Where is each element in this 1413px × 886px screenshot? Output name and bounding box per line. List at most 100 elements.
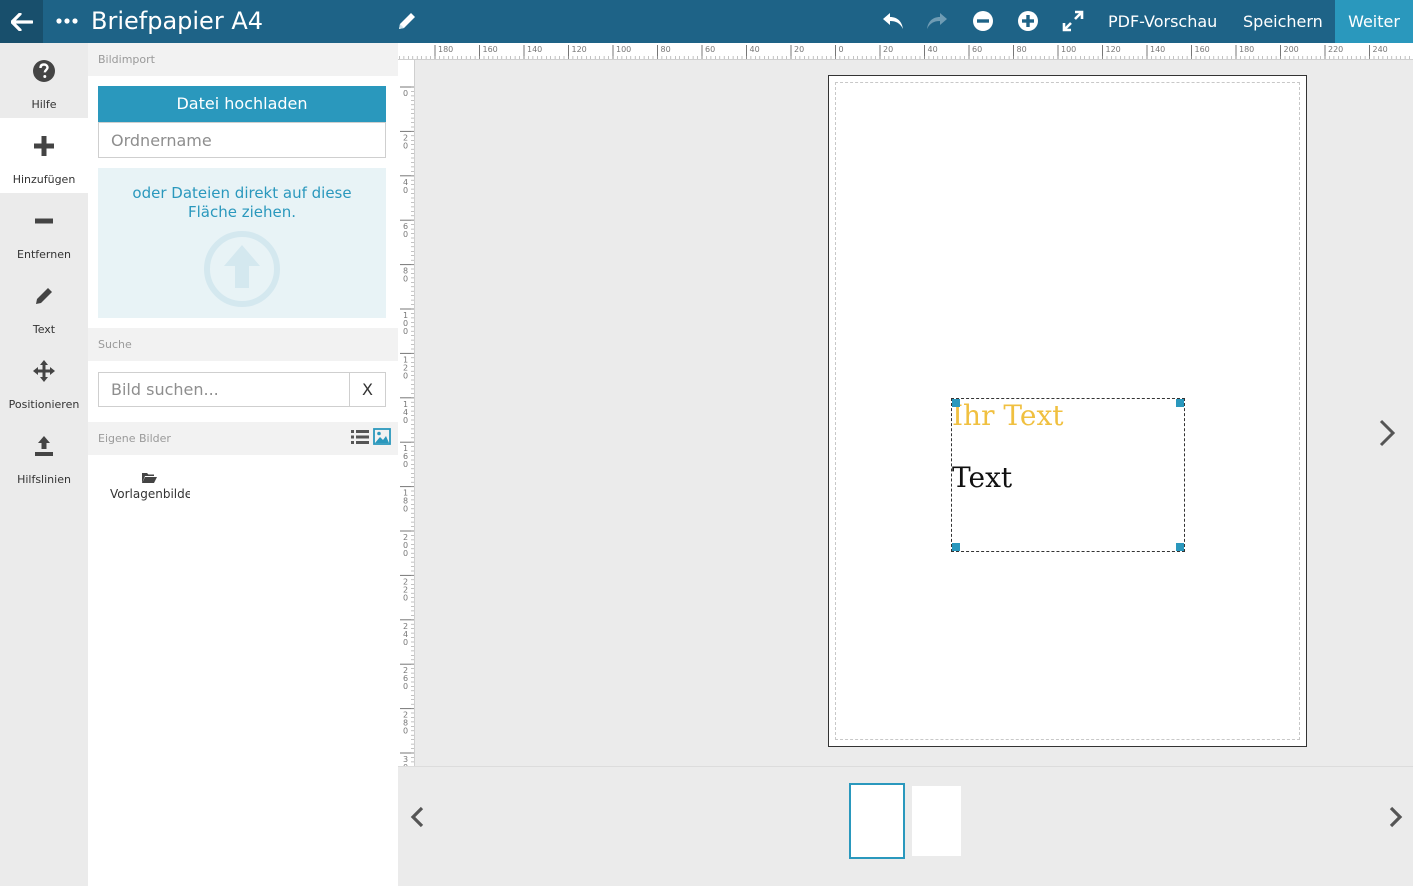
chevron-right-icon[interactable] [1385,805,1405,829]
pencil-icon [399,13,415,29]
ruler-label: 180 [1239,45,1254,54]
redo-button[interactable] [923,7,951,35]
ruler-label: 140 [1150,45,1165,54]
page-thumbnail[interactable] [912,786,961,856]
pdf-preview-button[interactable]: PDF-Vorschau [1108,0,1217,43]
folder-item[interactable]: Vorlagenbilder [108,471,190,505]
text-heading[interactable]: Ihr Text [952,399,1064,433]
text-block[interactable]: Ihr Text Text [951,398,1185,552]
folder-name-input[interactable] [98,122,386,158]
question-circle-icon [30,57,58,85]
ruler-label: 180 [438,45,453,54]
upload-icon [30,432,58,460]
image-view-icon[interactable] [373,428,391,445]
top-bar: Briefpapier A4 PDF-Vorschau Speichern We… [0,0,1413,43]
rail-label: Positionieren [8,398,80,411]
pencil-icon [30,282,58,310]
list-view-icon[interactable] [351,429,369,445]
ellipsis-icon [56,18,78,24]
search-clear-button[interactable]: X [349,372,386,407]
next-step-button[interactable]: Weiter [1335,0,1413,43]
document-page[interactable]: Ihr Text Text [828,75,1307,747]
fullscreen-button[interactable] [1059,7,1087,35]
undo-icon [883,13,903,29]
rail-item-position[interactable]: Positionieren [0,343,88,418]
folder-label: Vorlagenbilder [110,487,190,501]
zoom-in-button[interactable] [1014,7,1042,35]
ruler-label: 0 [403,727,408,736]
editor-canvas[interactable]: 180 160 140 120 100 80 60 40 20 0 20 40 60 80 100 120 14… [398,43,1413,766]
upload-circle-icon [204,231,280,307]
drop-zone[interactable]: oder Dateien direkt auf diese Fläche zie… [98,168,386,318]
rail-item-help[interactable]: Hilfe [0,43,88,118]
image-panel: Bildimport Datei hochladen oder Dateien … [88,43,398,886]
rail-item-remove[interactable]: Entfernen [0,193,88,268]
page-strip [398,766,1413,886]
ruler-label: 0 [839,45,844,54]
rail-item-text[interactable]: Text [0,268,88,343]
resize-handle-bottom-left[interactable] [952,543,960,551]
zoom-out-button[interactable] [969,7,997,35]
zoom-in-icon [1018,11,1038,31]
ruler-label: 220 [1328,45,1343,54]
ruler-label: 0 [403,141,408,150]
tool-rail: Hilfe Hinzufügen Entfernen Text Position… [0,43,88,886]
ruler-label: 160 [483,45,498,54]
search-heading: Suche [88,328,398,361]
rail-label: Text [32,323,56,336]
zoom-out-icon [973,11,993,31]
upload-file-button[interactable]: Datei hochladen [98,86,386,122]
horizontal-ruler: 180 160 140 120 100 80 60 40 20 0 20 40 60 80 100 120 14… [398,43,1413,60]
rail-label: Hilfe [31,98,57,111]
ruler-label: 0 [403,327,408,336]
redo-icon [927,13,947,29]
chevron-left-icon[interactable] [408,805,428,829]
rail-label: Hilfslinien [17,473,71,486]
ruler-label: 0 [403,371,408,380]
page-thumbnail-active[interactable] [849,783,905,859]
ruler-label: 20 [794,45,804,54]
undo-button[interactable] [879,7,907,35]
ruler-label: 120 [572,45,587,54]
chevron-right-icon[interactable] [1373,416,1401,450]
ruler-label: 0 [403,460,408,469]
plus-icon [30,132,58,160]
expand-icon [1062,10,1084,32]
resize-handle-top-left[interactable] [952,399,960,407]
ruler-label: 0 [403,549,408,558]
text-body[interactable]: Text [952,461,1012,495]
more-options-button[interactable] [54,8,80,34]
image-search-input[interactable] [98,372,350,407]
rail-label: Entfernen [17,248,71,261]
edit-title-button[interactable] [393,7,421,35]
resize-handle-bottom-right[interactable] [1176,543,1184,551]
ruler-label: 60 [972,45,982,54]
save-button[interactable]: Speichern [1243,0,1323,43]
ruler-label: 0 [403,89,408,98]
ruler-label: 100 [616,45,631,54]
back-button[interactable] [0,0,43,43]
ruler-label: 0 [403,638,408,647]
ruler-label: 0 [403,682,408,691]
rail-item-guides[interactable]: Hilfslinien [0,418,88,493]
ruler-label: 100 [1061,45,1076,54]
ruler-label: 120 [1106,45,1121,54]
ruler-label: 0 [403,186,408,195]
vertical-ruler: 0204060801001201401601802002202402602803… [398,60,415,766]
ruler-label: 160 [1195,45,1210,54]
ruler-label: 20 [883,45,893,54]
ruler-label: 0 [403,416,408,425]
ruler-label: 240 [1373,45,1388,54]
resize-handle-top-right[interactable] [1176,399,1184,407]
ruler-label: 60 [705,45,715,54]
minus-icon [30,207,58,235]
rail-item-add[interactable]: Hinzufügen [0,118,88,193]
document-title: Briefpapier A4 [91,7,264,35]
ruler-label: 0 [403,230,408,239]
ruler-label: 80 [1017,45,1027,54]
ruler-label: 40 [750,45,760,54]
ruler-label: 200 [1284,45,1299,54]
rail-label: Hinzufügen [12,173,76,186]
move-arrows-icon [30,357,58,385]
dropzone-text: oder Dateien direkt auf diese Fläche zie… [132,184,352,221]
